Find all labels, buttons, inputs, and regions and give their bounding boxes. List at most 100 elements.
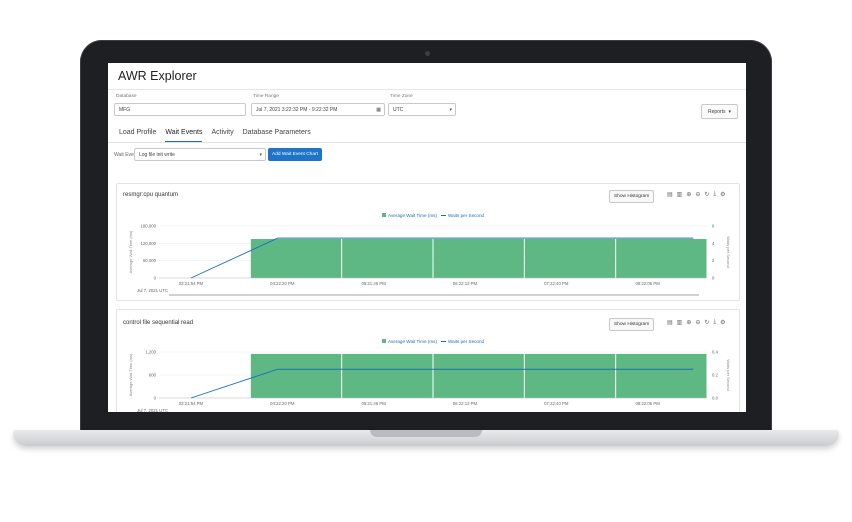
x-tick-label: 04:22:20 PM: [270, 401, 295, 406]
zoom-in-icon[interactable]: ⊕: [686, 191, 691, 198]
chart-bar: [250, 353, 342, 398]
reset-icon[interactable]: ↻: [704, 319, 709, 326]
y-right-tick-label: 0.4: [712, 350, 719, 355]
show-histogram-button[interactable]: Show Histogram: [609, 318, 655, 331]
x-date-label: Jul 7, 2021 UTC: [137, 288, 168, 293]
zoom-out-icon[interactable]: ⊖: [695, 191, 700, 198]
tab-load-profile[interactable]: Load Profile: [119, 126, 156, 142]
settings-icon[interactable]: ⚙: [720, 191, 725, 198]
chevron-down-icon: ▾: [728, 108, 731, 115]
x-tick-label: 08:22:06 PM: [635, 401, 660, 406]
add-wait-event-chart-button[interactable]: Add Wait Event Chart: [268, 148, 322, 161]
reports-button[interactable]: Reports ▾: [700, 104, 738, 119]
time-zone-value: UTC: [393, 106, 404, 113]
x-tick-label: 06:22:13 PM: [453, 281, 478, 286]
x-tick-label: 07:22:40 PM: [544, 281, 569, 286]
time-range-label: Time Range: [253, 94, 279, 99]
chart-toolbar: ▤ ▥ ⊕ ⊖ ↻ ⤓ ⚙: [667, 191, 725, 198]
filter-bar: Database MFG Time Range Jul 7, 2021 3:22…: [108, 90, 746, 126]
chart-bar: [616, 353, 707, 398]
time-range-field[interactable]: Jul 7, 2021 3:22:32 PM - 9:22:32 PM ▦: [251, 103, 385, 116]
tab-activity[interactable]: Activity: [211, 126, 233, 142]
webcam-icon: [425, 51, 430, 56]
calendar-icon[interactable]: ▦: [376, 107, 381, 113]
chart-bar: [342, 353, 433, 398]
zoom-in-icon[interactable]: ⊕: [686, 319, 691, 326]
y-right-tick-label: 6: [712, 224, 715, 229]
document-icon[interactable]: ▤: [667, 191, 673, 198]
download-icon[interactable]: ⤓: [713, 191, 716, 198]
legend-bar-item[interactable]: Average Wait Time (ms): [382, 213, 437, 218]
chart-bar: [616, 239, 707, 278]
app-title: AWR Explorer: [118, 69, 197, 83]
x-tick-label: 04:22:20 PM: [270, 281, 295, 286]
y-left-tick-label: 180,000: [140, 224, 156, 229]
wait-event-select[interactable]: Log file init write ▾: [134, 148, 266, 161]
legend-bar-item[interactable]: Average Wait Time (ms): [382, 339, 437, 344]
y-right-tick-label: 4: [712, 241, 715, 246]
wait-event-chart[interactable]: 1,200 600 0 0.4 0.2 0.0 Average Wait Time (ms)…: [117, 348, 739, 413]
y-left-tick-label: 60,000: [143, 258, 157, 263]
database-label: Database: [116, 94, 137, 99]
y-left-tick-label: 0: [154, 276, 157, 281]
database-field[interactable]: MFG: [114, 103, 246, 116]
y-left-axis-label: Average Wait Time (ms): [128, 353, 133, 396]
time-zone-select[interactable]: UTC ▾: [388, 103, 456, 116]
tab-bar: Load Profile Wait Events Activity Databa…: [108, 126, 746, 143]
panel-title: control file sequential read: [123, 320, 194, 326]
chart-bar: [524, 353, 616, 398]
x-tick-label: 03:21:54 PM: [179, 401, 204, 406]
reports-label: Reports: [707, 108, 726, 115]
reset-icon[interactable]: ↻: [704, 191, 709, 198]
chevron-down-icon: ▾: [259, 151, 262, 158]
legend-line-item[interactable]: Waits per Second: [441, 213, 484, 218]
y-left-tick-label: 0: [154, 396, 157, 401]
y-right-axis-label: Waits per Second: [726, 359, 731, 390]
app-header: AWR Explorer: [108, 63, 746, 90]
chart-legend: Average Wait Time (ms) Waits per Second: [382, 213, 484, 218]
chart-toolbar: ▤ ▥ ⊕ ⊖ ↻ ⤓ ⚙: [667, 319, 725, 326]
legend-line-item[interactable]: Waits per Second: [441, 339, 484, 344]
time-range-value: Jul 7, 2021 3:22:32 PM - 9:22:32 PM: [256, 106, 338, 113]
y-right-tick-label: 0: [712, 276, 715, 281]
bar-chart-icon[interactable]: ▥: [677, 319, 683, 326]
y-left-axis-label: Average Wait Time (ms): [128, 230, 133, 273]
y-left-tick-label: 1,200: [145, 350, 156, 355]
document-icon[interactable]: ▤: [667, 319, 673, 326]
x-tick-label: 05:21:46 PM: [361, 401, 386, 406]
tab-wait-events[interactable]: Wait Events: [165, 126, 203, 142]
time-zone-label: Time Zone: [390, 94, 413, 99]
x-tick-label: 03:21:54 PM: [179, 281, 204, 286]
chart-bar: [433, 353, 524, 398]
x-tick-label: 05:21:46 PM: [361, 281, 386, 286]
x-date-label: Jul 7, 2021 UTC: [137, 408, 168, 412]
laptop-notch: [370, 430, 482, 437]
chevron-down-icon: ▾: [449, 106, 452, 113]
x-tick-label: 07:22:40 PM: [544, 401, 569, 406]
settings-icon[interactable]: ⚙: [720, 319, 725, 326]
y-right-axis-label: Waits per Second: [726, 236, 731, 267]
chart-bar: [250, 239, 342, 278]
chart-panel-1: resmgr:cpu quantum Show Histogram ▤ ▥ ⊕ …: [116, 183, 740, 301]
chart-bar: [342, 239, 433, 278]
wait-event-value: Log file init write: [139, 151, 175, 158]
x-tick-label: 06:22:13 PM: [453, 401, 478, 406]
y-right-tick-label: 0.2: [712, 373, 719, 378]
y-left-tick-label: 120,000: [140, 241, 156, 246]
chart-bar: [524, 239, 616, 278]
chart-legend: Average Wait Time (ms) Waits per Second: [382, 339, 484, 344]
bar-chart-icon[interactable]: ▥: [677, 191, 683, 198]
panel-title: resmgr:cpu quantum: [123, 192, 179, 198]
x-tick-label: 08:22:06 PM: [635, 281, 660, 286]
chart-panel-2: control file sequential read Show Histog…: [116, 309, 740, 412]
y-right-tick-label: 0.0: [712, 396, 719, 401]
tab-database-parameters[interactable]: Database Parameters: [243, 126, 311, 142]
y-right-tick-label: 2: [712, 258, 715, 263]
show-histogram-button[interactable]: Show Histogram: [609, 190, 655, 203]
wait-event-row: Wait Event i Log file init write ▾ Add W…: [108, 143, 746, 169]
wait-event-chart[interactable]: 180,000 120,000 60,000 0 6 4 2 0 Average Wait Ti…: [117, 222, 739, 298]
app-screen: AWR Explorer Database MFG Time Range Jul…: [108, 63, 746, 412]
chart-bar: [433, 239, 524, 278]
download-icon[interactable]: ⤓: [713, 319, 716, 326]
zoom-out-icon[interactable]: ⊖: [695, 319, 700, 326]
